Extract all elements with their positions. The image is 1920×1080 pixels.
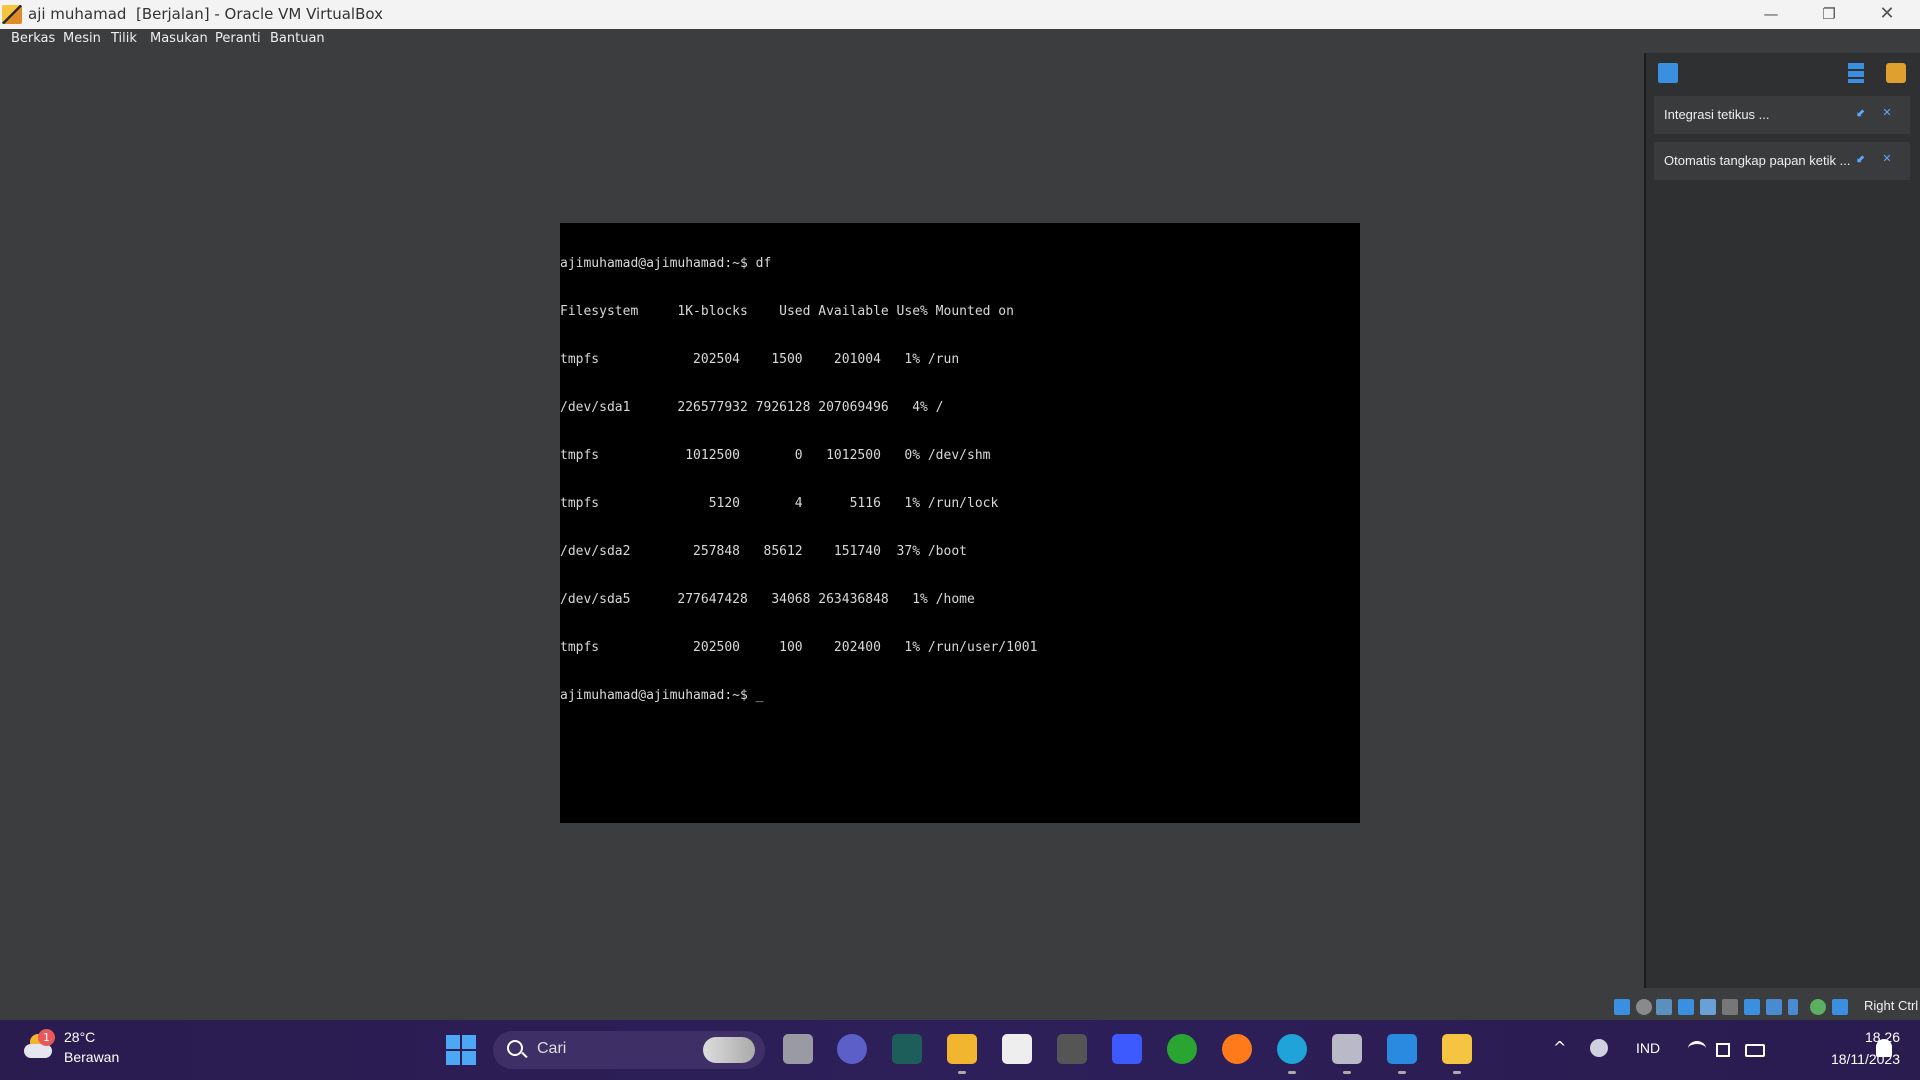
firefox-icon[interactable] xyxy=(1222,1034,1252,1064)
store-icon[interactable] xyxy=(1002,1034,1032,1064)
teams-icon[interactable] xyxy=(837,1034,867,1064)
sort-icon[interactable] xyxy=(1848,63,1864,83)
menu-mesin[interactable]: Mesin xyxy=(63,31,101,46)
unity-icon[interactable] xyxy=(1057,1034,1087,1064)
close-button[interactable]: ✕ xyxy=(1859,0,1915,29)
running-indicator xyxy=(1453,1071,1461,1074)
keyboard-icon[interactable] xyxy=(1832,999,1848,1015)
virtualbox-icon[interactable] xyxy=(1332,1034,1362,1064)
file-manager-icon[interactable] xyxy=(783,1034,813,1064)
menu-bar: Berkas Mesin Tilik Masukan Peranti Bantu… xyxy=(0,29,1920,50)
running-indicator xyxy=(1288,1071,1296,1074)
edge-icon[interactable] xyxy=(1277,1034,1307,1064)
input-language[interactable]: IND xyxy=(1636,1040,1660,1056)
network-icon[interactable] xyxy=(1678,999,1694,1015)
editor-icon[interactable] xyxy=(1112,1034,1142,1064)
running-indicator xyxy=(1398,1071,1406,1074)
tray-overflow-chevron-icon[interactable]: ^ xyxy=(1553,1038,1566,1057)
search-placeholder: Cari xyxy=(537,1040,567,1057)
terminal-line: tmpfs 202500 100 202400 1% /run/user/100… xyxy=(560,640,1038,655)
restore-button[interactable]: ❐ xyxy=(1801,0,1857,29)
terminal-line: tmpfs 5120 4 5116 1% /run/lock xyxy=(560,496,999,511)
search-icon xyxy=(507,1040,523,1056)
weather-condition[interactable]: Berawan xyxy=(64,1049,119,1065)
notification-hide-icon[interactable]: ⬋ xyxy=(1854,152,1868,166)
taskbar-search[interactable]: Cari xyxy=(493,1031,765,1069)
terminal-output: ajimuhamad@ajimuhamad:~$ df Filesystem 1… xyxy=(560,223,1037,736)
hard-disk-icon[interactable] xyxy=(1614,999,1630,1015)
recording-icon[interactable] xyxy=(1766,999,1782,1015)
notification-pin-icon[interactable] xyxy=(1658,63,1678,83)
start-button[interactable] xyxy=(446,1035,476,1065)
audio-icon[interactable] xyxy=(1656,999,1672,1015)
menu-masukan[interactable]: Masukan xyxy=(150,31,208,46)
terminal-line: /dev/sda2 257848 85612 151740 37% /boot xyxy=(560,544,967,559)
notification-text: Integrasi tetikus ... xyxy=(1664,107,1770,122)
terminal-line: ajimuhamad@ajimuhamad:~$ df xyxy=(560,256,772,271)
paint-icon[interactable] xyxy=(1387,1034,1417,1064)
terminal-line: /dev/sda1 226577932 7926128 207069496 4%… xyxy=(560,400,944,415)
window-title: aji muhamad [Berjalan] - Oracle VM Virtu… xyxy=(28,5,383,23)
notification-bell-icon[interactable] xyxy=(1876,1039,1892,1057)
notification-close-icon[interactable]: ✕ xyxy=(1880,106,1894,120)
notification-close-icon[interactable]: ✕ xyxy=(1880,152,1894,166)
windows-taskbar: 1 28°C Berawan Cari ^ IND 18.26 18/11/20… xyxy=(0,1020,1920,1080)
terminal-line: tmpfs 1012500 0 1012500 0% /dev/shm xyxy=(560,448,991,463)
battery-icon[interactable] xyxy=(1745,1044,1765,1057)
notification-text: Otomatis tangkap papan ketik ... xyxy=(1664,153,1851,168)
menu-bantuan[interactable]: Bantuan xyxy=(270,31,325,46)
onedrive-icon[interactable] xyxy=(1590,1039,1608,1057)
wifi-icon[interactable] xyxy=(1688,1041,1706,1056)
menu-peranti[interactable]: Peranti xyxy=(215,31,261,46)
terminal-prompt: ajimuhamad@ajimuhamad:~$ _ xyxy=(560,688,764,703)
weather-temp[interactable]: 28°C xyxy=(64,1029,95,1045)
notification-center: Integrasi tetikus ... ⬋ ✕ Otomatis tangk… xyxy=(1644,53,1920,988)
notification-item[interactable]: Otomatis tangkap papan ketik ... ⬋ ✕ xyxy=(1654,142,1910,180)
hide-all-icon[interactable] xyxy=(1886,63,1906,83)
notification-item[interactable]: Integrasi tetikus ... ⬋ ✕ xyxy=(1654,96,1910,134)
vm-display[interactable]: ajimuhamad@ajimuhamad:~$ df Filesystem 1… xyxy=(560,223,1360,823)
display-icon[interactable] xyxy=(1744,999,1760,1015)
optical-drive-icon[interactable] xyxy=(1636,999,1652,1015)
usb-icon[interactable] xyxy=(1700,999,1716,1015)
shared-folder-icon[interactable] xyxy=(1722,999,1738,1015)
window-titlebar: aji muhamad [Berjalan] - Oracle VM Virtu… xyxy=(0,0,1920,29)
terminal-line: Filesystem 1K-blocks Used Available Use%… xyxy=(560,304,1014,319)
running-indicator xyxy=(1343,1071,1351,1074)
vm-window-icon[interactable] xyxy=(1442,1034,1472,1064)
virtualbox-app-icon xyxy=(2,5,22,24)
menu-tilik[interactable]: Tilik xyxy=(111,31,137,46)
minimize-button[interactable]: — xyxy=(1743,0,1799,29)
file-explorer-icon[interactable] xyxy=(947,1034,977,1064)
xbox-icon[interactable] xyxy=(1167,1034,1197,1064)
terminal-line: tmpfs 202504 1500 201004 1% /run xyxy=(560,352,960,367)
mouse-integration-icon[interactable] xyxy=(1810,999,1826,1015)
terminal-app-icon[interactable] xyxy=(892,1034,922,1064)
search-highlight-image xyxy=(703,1037,755,1063)
notification-hide-icon[interactable]: ⬋ xyxy=(1854,106,1868,120)
host-key-label: Right Ctrl xyxy=(1864,998,1919,1013)
menu-berkas[interactable]: Berkas xyxy=(11,31,55,46)
running-indicator xyxy=(958,1071,966,1074)
cpu-icon[interactable] xyxy=(1788,999,1798,1015)
weather-badge: 1 xyxy=(38,1029,55,1046)
terminal-line: /dev/sda5 277647428 34068 263436848 1% /… xyxy=(560,592,975,607)
volume-icon[interactable] xyxy=(1716,1043,1730,1057)
